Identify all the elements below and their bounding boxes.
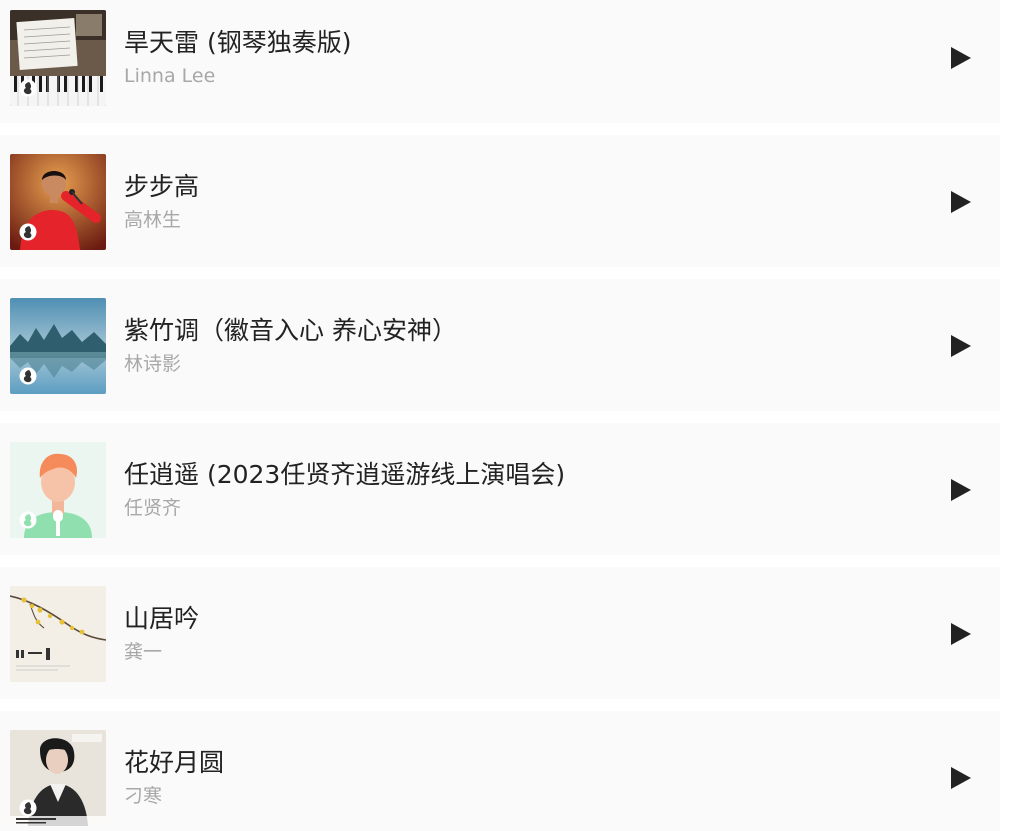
song-artist[interactable]: 高林生: [124, 208, 181, 232]
play-triangle-icon: [951, 623, 971, 645]
song-title[interactable]: 紫竹调（徽音入心 养心安神）: [124, 316, 457, 346]
song-row[interactable]: 任逍遥 (2023任贤齐逍遥游线上演唱会) 任贤齐: [0, 423, 1000, 555]
song-title[interactable]: 步步高: [124, 172, 199, 202]
song-title[interactable]: 任逍遥 (2023任贤齐逍遥游线上演唱会): [124, 460, 565, 490]
play-triangle-icon: [951, 767, 971, 789]
music-platform-badge-icon: [19, 367, 37, 385]
play-button[interactable]: [946, 764, 974, 792]
play-button[interactable]: [946, 476, 974, 504]
album-cover[interactable]: [10, 442, 106, 538]
album-cover[interactable]: [10, 10, 106, 106]
music-platform-badge-icon: [19, 79, 37, 97]
album-cover[interactable]: [10, 154, 106, 250]
music-platform-badge-icon: [19, 799, 37, 817]
song-row[interactable]: 紫竹调（徽音入心 养心安神） 林诗影: [0, 279, 1000, 411]
song-artist[interactable]: 龚一: [124, 640, 162, 664]
song-artist[interactable]: Linna Lee: [124, 64, 215, 88]
album-cover[interactable]: [10, 730, 106, 826]
music-platform-badge-icon: [19, 511, 37, 529]
play-triangle-icon: [951, 191, 971, 213]
play-button[interactable]: [946, 332, 974, 360]
album-cover[interactable]: [10, 298, 106, 394]
play-triangle-icon: [951, 479, 971, 501]
play-triangle-icon: [951, 335, 971, 357]
music-platform-badge-icon: [19, 223, 37, 241]
song-list: 旱天雷 (钢琴独奏版) Linna Lee 步步高 高林生 紫竹调（徽音入心 养…: [0, 0, 1010, 831]
song-row[interactable]: 旱天雷 (钢琴独奏版) Linna Lee: [0, 0, 1000, 123]
song-row[interactable]: 步步高 高林生: [0, 135, 1000, 267]
play-button[interactable]: [946, 620, 974, 648]
album-cover[interactable]: [10, 586, 106, 682]
play-triangle-icon: [951, 47, 971, 69]
song-title[interactable]: 山居吟: [124, 604, 199, 634]
play-button[interactable]: [946, 44, 974, 72]
song-artist[interactable]: 林诗影: [124, 352, 181, 376]
song-title[interactable]: 旱天雷 (钢琴独奏版): [124, 28, 351, 58]
song-row[interactable]: 山居吟 龚一: [0, 567, 1000, 699]
song-row[interactable]: 花好月圆 刁寒: [0, 711, 1000, 831]
play-button[interactable]: [946, 188, 974, 216]
song-artist[interactable]: 任贤齐: [124, 496, 181, 520]
song-artist[interactable]: 刁寒: [124, 784, 162, 808]
song-title[interactable]: 花好月圆: [124, 748, 224, 778]
